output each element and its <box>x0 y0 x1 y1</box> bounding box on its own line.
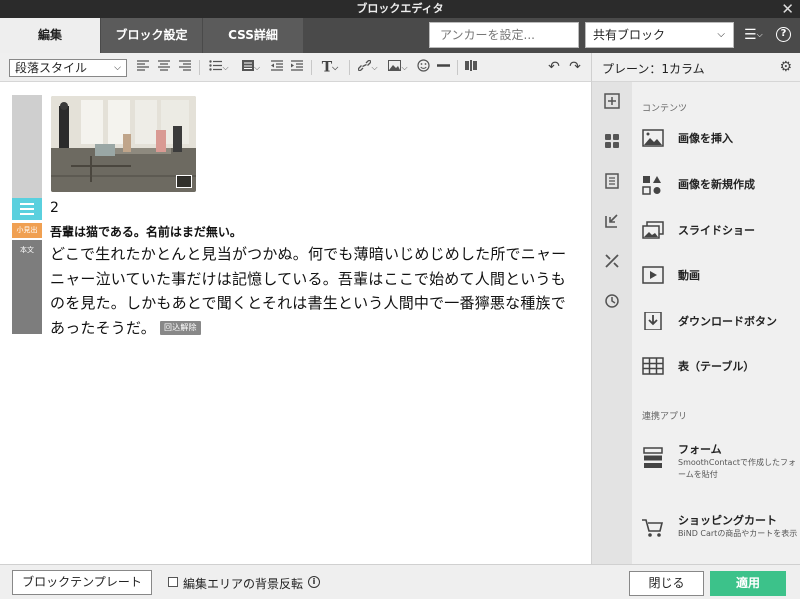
table-icon <box>642 357 664 375</box>
table-label: 表（テーブル） <box>678 360 755 373</box>
invert-background-checkbox[interactable] <box>168 577 178 587</box>
side-icon-bar <box>592 82 632 564</box>
grid-icon[interactable] <box>603 133 621 151</box>
block-body-text[interactable]: どこで生れたかとんと見当がつかぬ。何でも薄暗いじめじめした所でニャーニャー泣いて… <box>50 242 580 340</box>
add-block-icon[interactable] <box>603 93 621 111</box>
new-image-item[interactable]: 画像を新規作成 <box>642 173 792 197</box>
toolbar-divider <box>349 60 350 75</box>
slideshow-icon <box>642 221 664 239</box>
table-item[interactable]: 表（テーブル） <box>642 355 792 379</box>
bullet-list-icon[interactable]: ⌵ <box>206 59 232 76</box>
toolbar-divider <box>199 60 200 75</box>
indent-icon[interactable] <box>290 59 304 76</box>
close-icon[interactable]: ✕ <box>781 0 794 18</box>
video-icon <box>642 266 664 284</box>
block-rail-body[interactable]: 本文 <box>12 240 42 334</box>
window-title: ブロックエディタ <box>356 2 444 15</box>
history-icon[interactable] <box>603 293 621 311</box>
chevron-down-icon: ⌵ <box>717 29 725 40</box>
insert-image-label: 画像を挿入 <box>678 132 733 145</box>
video-item[interactable]: 動画 <box>642 264 792 288</box>
chevron-down-icon: ⌵ <box>114 63 121 73</box>
align-right-icon[interactable] <box>178 59 192 76</box>
info-icon[interactable]: i <box>308 576 320 588</box>
right-panel-header: プレーン：1カラム ⚙ <box>592 53 800 82</box>
form-app-label: フォーム <box>678 443 722 456</box>
video-label: 動画 <box>678 269 700 282</box>
body-text: どこで生れたかとんと見当がつかぬ。何でも薄暗いじめじめした所でニャーニャー泣いて… <box>50 245 567 337</box>
window-titlebar: ブロックエディタ ✕ <box>0 0 800 18</box>
slideshow-item[interactable]: スライドショー <box>642 219 792 243</box>
image-icon <box>642 129 664 147</box>
form-icon <box>642 447 664 468</box>
align-center-icon[interactable] <box>157 59 171 76</box>
gear-icon[interactable]: ⚙ <box>779 59 792 75</box>
redo-icon[interactable]: ↷ <box>568 59 582 76</box>
align-left-icon[interactable] <box>136 59 150 76</box>
tab-css-details[interactable]: CSS詳細 <box>203 18 303 53</box>
toolbar-divider <box>311 60 312 75</box>
footer-bar: ブロックテンプレート 編集エリアの背景反転 i 閉じる 適用 <box>0 564 800 599</box>
image-caption[interactable]: 2 <box>50 200 59 216</box>
cart-app-item[interactable]: ショッピングカート BiND Cartの商品やカートを表示 <box>642 512 797 552</box>
text-style-icon[interactable]: T⌵ <box>318 59 342 76</box>
image-icon[interactable]: ⌵ <box>386 59 410 76</box>
block-rail-caption[interactable] <box>12 198 42 220</box>
download-button-item[interactable]: ダウンロードボタン <box>642 310 792 334</box>
editor-area[interactable]: 小見出 本文 2 吾輩は猫である。名前はまだ無い。 どこで生れたかとんと見当がつ… <box>0 82 591 564</box>
header-bar: 編集 ブロック設定 CSS詳細 アンカーを設定... 共有ブロック ⌵ ☰⌵ ? <box>0 18 800 53</box>
layout-title: プレーン：1カラム <box>602 62 705 76</box>
slideshow-label: スライドショー <box>678 224 755 237</box>
cart-app-desc: BiND Cartの商品やカートを表示 <box>678 529 798 538</box>
block-rail-heading[interactable]: 小見出 <box>12 223 42 238</box>
import-icon[interactable] <box>603 213 621 231</box>
tab-edit[interactable]: 編集 <box>0 18 100 53</box>
insert-image-item[interactable]: 画像を挿入 <box>642 127 792 151</box>
paragraph-style-select[interactable]: 段落スタイル ⌵ <box>9 59 127 77</box>
menu-icon[interactable]: ☰⌵ <box>744 26 763 44</box>
undo-icon[interactable]: ↶ <box>547 59 561 76</box>
shapes-icon <box>642 175 664 195</box>
apps-section-label: 連携アプリ <box>642 412 688 422</box>
block-rail-image[interactable] <box>12 95 42 198</box>
tools-icon[interactable] <box>603 253 621 271</box>
column-icon[interactable] <box>464 59 478 76</box>
anchor-input[interactable]: アンカーを設定... <box>429 22 579 48</box>
cart-icon <box>642 518 664 537</box>
link-icon[interactable]: ⌵ <box>356 59 380 76</box>
text-lines-icon <box>20 203 34 215</box>
emoji-icon[interactable] <box>416 59 430 76</box>
new-image-label: 画像を新規作成 <box>678 178 755 191</box>
form-app-desc: SmoothContactで作成したフォームを貼付 <box>678 458 796 479</box>
block-format-icon[interactable]: ⌵ <box>238 59 264 76</box>
invert-background-label: 編集エリアの背景反転 <box>183 577 304 591</box>
cart-app-label: ショッピングカート <box>678 514 777 527</box>
horizontal-rule-icon[interactable] <box>436 59 450 76</box>
document-icon[interactable] <box>603 173 621 191</box>
editor-toolbar: 段落スタイル ⌵ ⌵ ⌵ T⌵ ⌵ ⌵ ↶ ↷ <box>0 53 591 82</box>
download-button-label: ダウンロードボタン <box>678 315 777 328</box>
close-button[interactable]: 閉じる <box>629 571 704 596</box>
tab-block-settings[interactable]: ブロック設定 <box>101 18 202 53</box>
shared-block-value: 共有ブロック <box>593 28 666 42</box>
right-panel: プレーン：1カラム ⚙ コンテンツ 画像を挿入 画像を新規作成 スライドショー <box>591 53 800 564</box>
release-wrap-button[interactable]: 回込解除 <box>159 321 201 335</box>
download-icon <box>642 311 664 331</box>
block-photo[interactable] <box>51 96 196 192</box>
block-template-button[interactable]: ブロックテンプレート <box>12 570 152 595</box>
apply-button[interactable]: 適用 <box>710 571 786 596</box>
toolbar-divider <box>457 60 458 75</box>
help-icon[interactable]: ? <box>776 27 791 42</box>
block-heading[interactable]: 吾輩は猫である。名前はまだ無い。 <box>50 223 242 240</box>
shared-block-select[interactable]: 共有ブロック ⌵ <box>585 22 734 48</box>
form-app-item[interactable]: フォーム SmoothContactで作成したフォームを貼付 <box>642 441 796 481</box>
paragraph-style-value: 段落スタイル <box>15 61 88 75</box>
outdent-icon[interactable] <box>270 59 284 76</box>
image-settings-icon[interactable] <box>176 175 192 188</box>
contents-section-label: コンテンツ <box>642 104 688 114</box>
